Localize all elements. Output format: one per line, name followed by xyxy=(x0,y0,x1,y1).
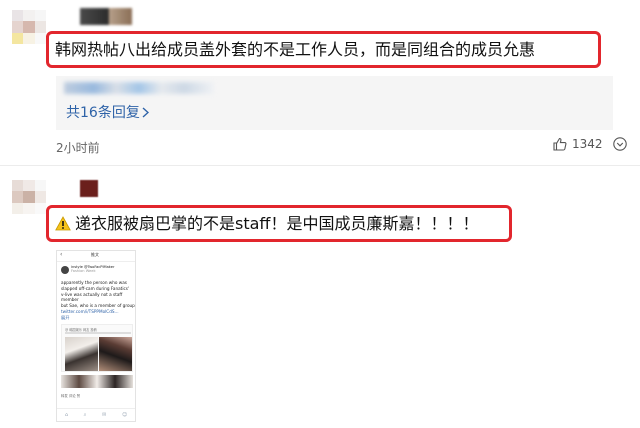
more-icon[interactable] xyxy=(612,136,628,152)
avatar[interactable] xyxy=(12,10,46,44)
profile-icon: ☺ xyxy=(121,412,128,418)
view-replies-label: 共16条回复 xyxy=(66,105,140,121)
avatar-pixel xyxy=(34,202,46,214)
comment-text: 韩网热帖八出给成员盖外套的不是工作人员，而是同组合的成员允惠 xyxy=(55,40,536,59)
comment-text: 递衣服被扇巴掌的不是staff！是中国成员廉斯嘉！！！！ xyxy=(75,214,479,233)
screenshot-avatar xyxy=(61,266,69,274)
divider xyxy=(0,165,640,166)
avatar-pixel xyxy=(34,180,46,192)
highlight-box: 递衣服被扇巴掌的不是staff！是中国成员廉斯嘉！！！！ xyxy=(46,205,512,242)
card-text-line xyxy=(65,332,131,334)
avatar-pixel xyxy=(34,32,46,44)
thumbs-up-icon xyxy=(553,137,567,151)
comment-text-wrap: 递衣服被扇巴掌的不是staff！是中国成员廉斯嘉！！！！ xyxy=(55,214,478,234)
avatar-pixel xyxy=(12,21,24,33)
back-icon: ‹ xyxy=(60,251,63,258)
chevron-right-icon xyxy=(142,107,149,118)
avatar-pixel xyxy=(23,32,35,44)
username-redacted[interactable] xyxy=(80,8,132,25)
avatar[interactable] xyxy=(12,180,46,214)
screenshot-show-more: 展开 xyxy=(61,314,70,320)
photo-thumbnail xyxy=(65,337,98,371)
like-count: 1342 xyxy=(572,137,603,151)
avatar-pixel xyxy=(12,202,24,214)
avatar-pixel xyxy=(23,10,35,22)
highlight-box: 韩网热帖八出给成员盖外套的不是工作人员，而是同组合的成员允惠 xyxy=(46,31,601,68)
avatar-pixel xyxy=(23,180,35,192)
avatar-pixel xyxy=(12,180,24,192)
screenshot-usersub: Fashion Week xyxy=(71,269,96,273)
like-button[interactable]: 1342 xyxy=(553,137,603,151)
reply-preview-redacted xyxy=(64,82,214,94)
view-replies-link[interactable]: 共16条回复 xyxy=(66,102,149,122)
avatar-pixel xyxy=(12,10,24,22)
screenshot-title: 推文 xyxy=(91,252,99,257)
timestamp: 2小时前 xyxy=(56,141,100,155)
avatar-pixel xyxy=(23,21,35,33)
search-icon: ⌕ xyxy=(83,412,87,418)
avatar-pixel xyxy=(34,21,46,33)
avatar-pixel xyxy=(34,191,46,203)
avatar-pixel xyxy=(23,202,35,214)
avatar-pixel xyxy=(12,191,24,203)
screenshot-line: v-live was actually not a staff member xyxy=(61,291,123,303)
avatar-pixel xyxy=(23,191,35,203)
avatar-pixel xyxy=(12,32,24,44)
screenshot-header: ‹ 推文 xyxy=(57,251,135,262)
replies-panel: 共16条回复 xyxy=(56,76,613,130)
screenshot-user: instyle @TwoFacPIMaker Fashion Week xyxy=(71,265,114,273)
screenshot-actions: 转发 评论 赞 xyxy=(61,394,81,398)
message-icon: ✉ xyxy=(102,412,107,418)
photo-strip xyxy=(61,375,133,388)
home-icon: ⌂ xyxy=(64,412,68,418)
warning-icon xyxy=(55,216,71,231)
embedded-screenshot[interactable]: ‹ 推文 instyle @TwoFacPIMaker Fashion Week… xyxy=(56,250,136,422)
photo-thumbnail xyxy=(99,337,132,371)
username-redacted[interactable] xyxy=(80,180,98,197)
avatar-pixel xyxy=(34,10,46,22)
screenshot-tabbar: ⌂ ⌕ ✉ ☺ xyxy=(57,408,135,421)
screenshot-line: apparently the person who was xyxy=(61,280,127,285)
screenshot-card: @ 韩国娱乐 网友 投稿 xyxy=(61,324,133,372)
screenshot-line: slapped off-cam during Fanatics' xyxy=(61,285,130,291)
screenshot-body: apparently the person who was slapped of… xyxy=(61,280,135,321)
